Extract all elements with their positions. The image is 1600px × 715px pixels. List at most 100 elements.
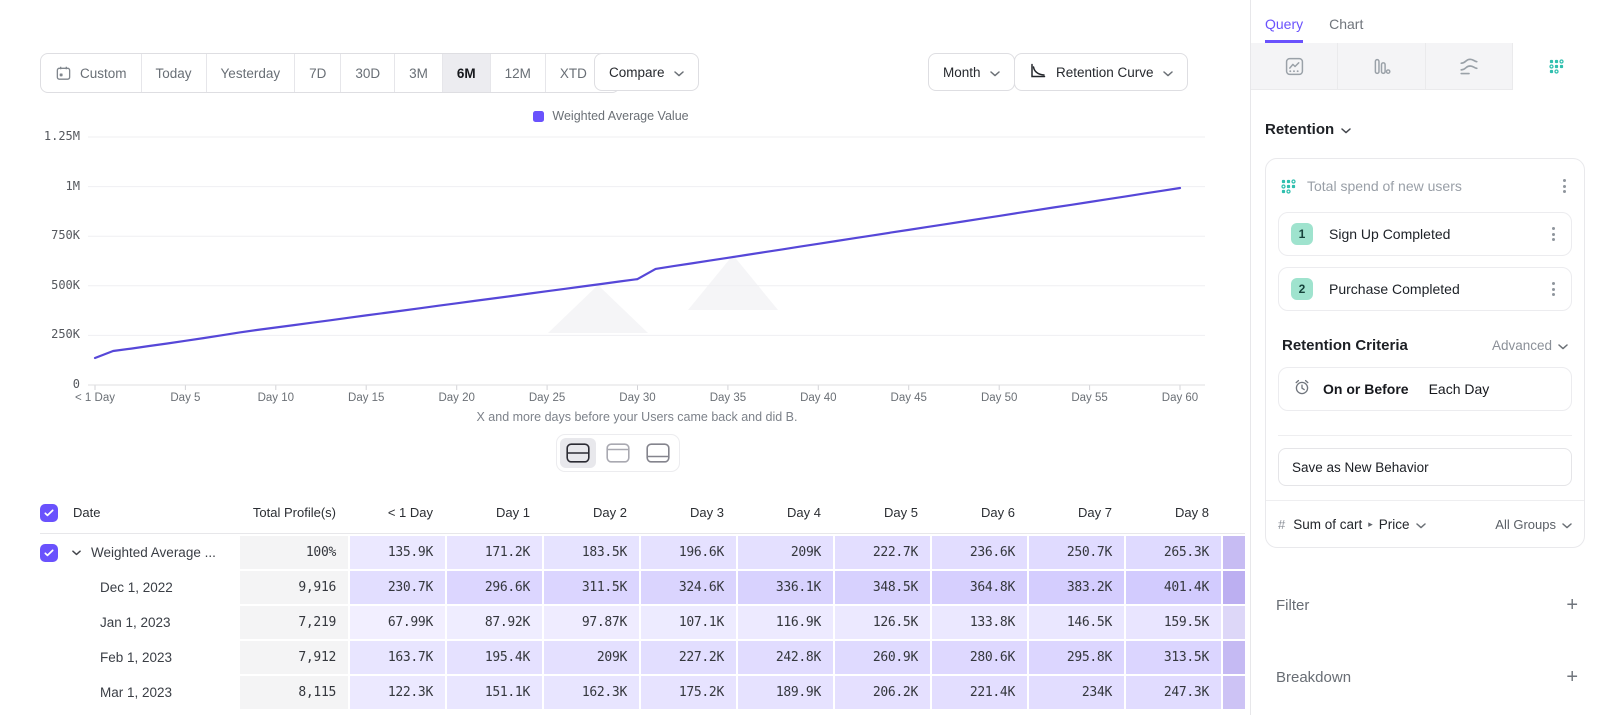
row-checkbox[interactable]: [40, 504, 58, 522]
table-row: Weighted Average ...100%135.9K171.2K183.…: [40, 536, 1245, 569]
add-filter-button[interactable]: +: [1566, 595, 1578, 615]
range-3m[interactable]: 3M: [395, 54, 443, 92]
expand-chevron-icon: [72, 550, 81, 556]
range-30d[interactable]: 30D: [341, 54, 395, 92]
total-profiles-cell: 100%: [240, 536, 348, 569]
retention-cell: 221.4K: [932, 676, 1027, 709]
funnels-icon: [1372, 57, 1391, 76]
retention-report-app: CustomTodayYesterday7D30D3M6M12MXTD Comp…: [0, 0, 1600, 715]
behavior-title: Total spend of new users: [1307, 178, 1549, 194]
add-breakdown-button[interactable]: +: [1566, 667, 1578, 687]
granularity-label: Month: [943, 65, 981, 80]
check-icon: [43, 547, 55, 559]
flows-icon: [1459, 56, 1479, 76]
report-tab-funnels[interactable]: [1338, 43, 1425, 90]
chevron-down-icon: [674, 71, 684, 77]
chevron-down-icon: [1558, 344, 1568, 350]
compare-button[interactable]: Compare: [594, 53, 699, 91]
retention-criteria-label: Retention Criteria: [1282, 337, 1492, 354]
save-as-new-behavior-button[interactable]: Save as New Behavior: [1278, 448, 1572, 486]
sidebar-tabs: Query Chart: [1251, 0, 1600, 43]
retention-cell: 230.7K: [350, 571, 445, 604]
column-header: Day 7: [1029, 505, 1124, 520]
retention-cell: 135.9K: [350, 536, 445, 569]
criteria-value: Each Day: [1429, 381, 1490, 397]
column-header: Day 8: [1126, 505, 1221, 520]
retention-cell: 87.92K: [447, 606, 542, 639]
behavior-menu-button[interactable]: [1559, 175, 1570, 197]
table-only-view-button[interactable]: [640, 438, 676, 468]
retention-cell: 260.9K: [835, 641, 930, 674]
retention-cell: 348.5K: [835, 571, 930, 604]
y-tick-label: 750K: [0, 228, 80, 242]
watermark-triangle: [548, 285, 648, 333]
breakdown-label: Breakdown: [1276, 669, 1351, 686]
filter-label: Filter: [1276, 597, 1309, 614]
retention-cell: 313.5K: [1126, 641, 1221, 674]
step-menu-button[interactable]: [1548, 278, 1559, 300]
report-tab-retention[interactable]: [1513, 43, 1600, 90]
criteria-selector[interactable]: On or Before Each Day: [1278, 367, 1572, 411]
retention-cell: 122.3K: [350, 676, 445, 709]
retention-cell: 195.4K: [447, 641, 542, 674]
groups-dropdown[interactable]: All Groups: [1495, 517, 1572, 532]
retention-cell-partial: [1223, 536, 1245, 569]
chart-only-view-icon: [606, 443, 630, 463]
measure-dropdown[interactable]: Sum of cart ▸ Price: [1293, 517, 1425, 532]
y-tick-label: 500K: [0, 278, 80, 292]
watermark-triangle: [688, 255, 778, 310]
y-tick-label: 1.25M: [0, 129, 80, 143]
column-header: Day 6: [932, 505, 1027, 520]
calendar-icon: [55, 65, 72, 82]
retention-section-label: Retention: [1265, 121, 1334, 138]
step-number-badge: 2: [1291, 278, 1313, 300]
y-tick-label: 0: [0, 377, 80, 391]
date-column-header: Date: [40, 504, 238, 522]
retention-cell: 196.6K: [641, 536, 736, 569]
range-7d[interactable]: 7D: [295, 54, 341, 92]
range-custom[interactable]: Custom: [41, 54, 142, 92]
report-tab-flows[interactable]: [1426, 43, 1513, 90]
split-view-button[interactable]: [560, 438, 596, 468]
step-number-badge: 1: [1291, 223, 1313, 245]
report-type-tabs: [1251, 43, 1600, 90]
column-header: Day 4: [738, 505, 833, 520]
filter-row: Filter +: [1276, 595, 1578, 615]
retention-cell: 311.5K: [544, 571, 639, 604]
retention-cell: 236.6K: [932, 536, 1027, 569]
range-12m[interactable]: 12M: [491, 54, 546, 92]
row-label-cell: Dec 1, 2022: [40, 571, 238, 604]
retention-cell: 295.8K: [1029, 641, 1124, 674]
tab-chart[interactable]: Chart: [1329, 16, 1363, 43]
expand-row-button[interactable]: [72, 550, 81, 556]
total-profiles-cell: 7,912: [240, 641, 348, 674]
retention-cell: 324.6K: [641, 571, 736, 604]
step-1[interactable]: 1Sign Up Completed: [1278, 212, 1572, 256]
retention-section-toggle[interactable]: Retention: [1265, 121, 1351, 138]
chart-only-view-button[interactable]: [600, 438, 636, 468]
card-divider: [1278, 435, 1572, 436]
retention-cell: 175.2K: [641, 676, 736, 709]
granularity-dropdown[interactable]: Month: [928, 53, 1015, 91]
chart-type-dropdown[interactable]: Retention Curve: [1014, 53, 1188, 91]
step-event-label: Purchase Completed: [1329, 281, 1548, 297]
retention-cell: 209K: [544, 641, 639, 674]
advanced-dropdown[interactable]: Advanced: [1492, 338, 1568, 353]
tab-query[interactable]: Query: [1265, 16, 1303, 43]
retention-cell: 67.99K: [350, 606, 445, 639]
total-profiles-cell: 9,916: [240, 571, 348, 604]
column-header: Day 2: [544, 505, 639, 520]
chart-type-label: Retention Curve: [1056, 65, 1154, 80]
property-arrow-icon: ▸: [1368, 519, 1373, 530]
step-2[interactable]: 2 Purchase Completed: [1278, 267, 1572, 311]
retention-cell: 133.8K: [932, 606, 1027, 639]
breakdown-row: Breakdown +: [1276, 667, 1578, 687]
range-today[interactable]: Today: [142, 54, 207, 92]
range-yesterday[interactable]: Yesterday: [207, 54, 296, 92]
step-menu-button[interactable]: [1548, 223, 1559, 245]
report-tab-insights[interactable]: [1251, 43, 1338, 90]
range-6m[interactable]: 6M: [443, 54, 491, 92]
row-checkbox[interactable]: [40, 544, 58, 562]
query-sidebar: Query Chart Retention Total spend of new …: [1250, 0, 1600, 715]
retention-cell: 265.3K: [1126, 536, 1221, 569]
